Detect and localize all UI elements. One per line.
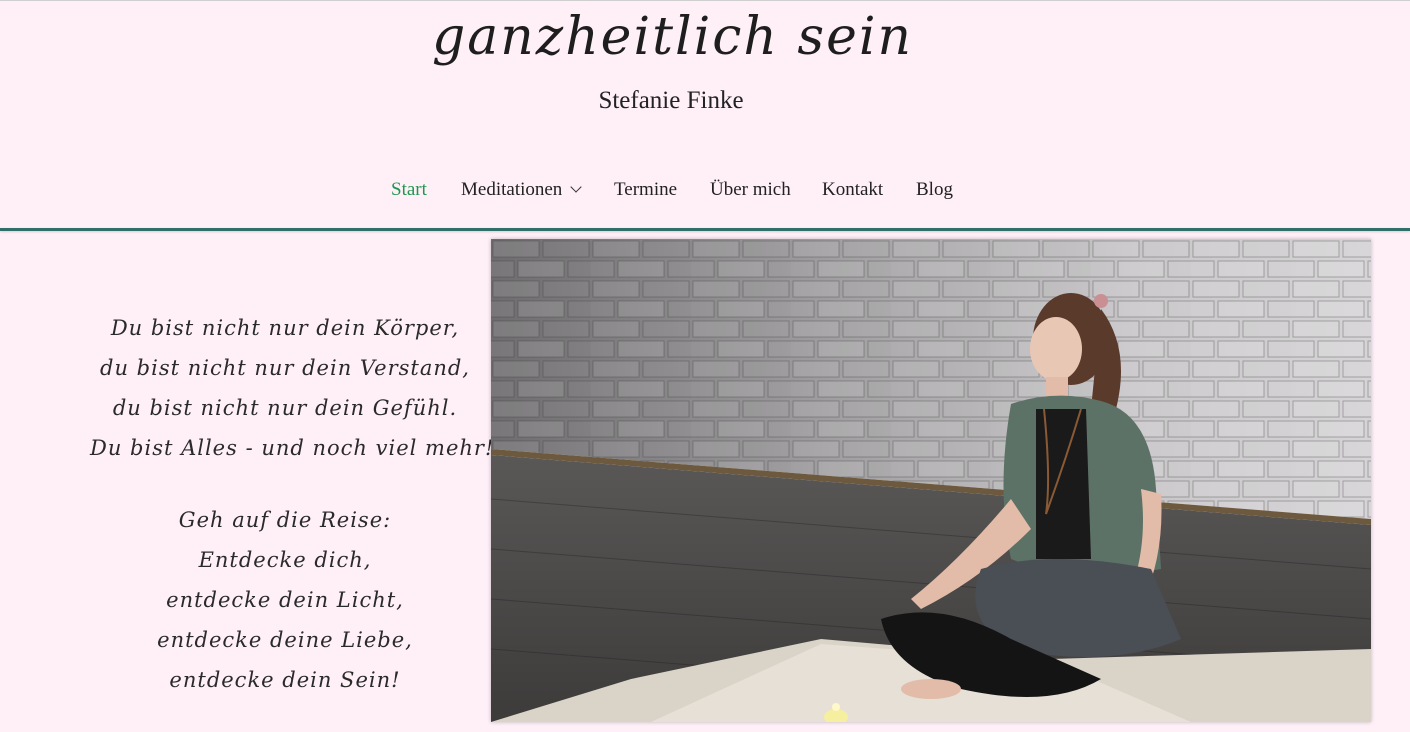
nav-item-termine[interactable]: Termine: [614, 179, 677, 201]
nav-item-blog[interactable]: Blog: [916, 179, 953, 201]
poem-line: Du bist nicht nur dein Körper,: [110, 316, 460, 340]
poem-line: entdecke dein Licht,: [166, 588, 404, 612]
nav-item-ueber-mich[interactable]: Über mich: [710, 179, 791, 201]
nav-item-kontakt[interactable]: Kontakt: [822, 179, 883, 201]
poem-line: entdecke dein Sein!: [169, 668, 401, 692]
site-title[interactable]: ganzheitlich sein: [0, 7, 1345, 67]
poem-line: Du bist Alles - und noch viel mehr!: [90, 436, 495, 460]
nav-item-start[interactable]: Start: [391, 179, 427, 201]
poem-line: du bist nicht nur dein Verstand,: [100, 356, 470, 380]
nav-item-meditationen-label: Meditationen: [461, 179, 563, 200]
meditation-photo-icon: [491, 239, 1371, 722]
intro-poem: Du bist nicht nur dein Körper, du bist n…: [90, 308, 495, 732]
chevron-down-icon[interactable]: [570, 181, 582, 193]
poem-line: Entdecke dich,: [198, 548, 372, 572]
nav-item-meditationen[interactable]: Meditationen: [461, 179, 582, 201]
poem-stanza-2: Geh auf die Reise: Entdecke dich, entdec…: [90, 500, 480, 700]
hero-photo: [491, 239, 1371, 722]
site-header: ganzheitlich sein Stefanie Finke Start M…: [0, 1, 1410, 230]
poem-line: entdecke deine Liebe,: [157, 628, 413, 652]
poem-line: du bist nicht nur dein Gefühl.: [112, 396, 458, 420]
poem-stanza-1: Du bist nicht nur dein Körper, du bist n…: [90, 308, 495, 468]
site-subtitle: Stefanie Finke: [598, 87, 744, 114]
header-divider: [0, 228, 1410, 231]
poem-line: Geh auf die Reise:: [178, 508, 392, 532]
main-navigation: Start Meditationen Termine Über mich Kon…: [0, 179, 1410, 209]
